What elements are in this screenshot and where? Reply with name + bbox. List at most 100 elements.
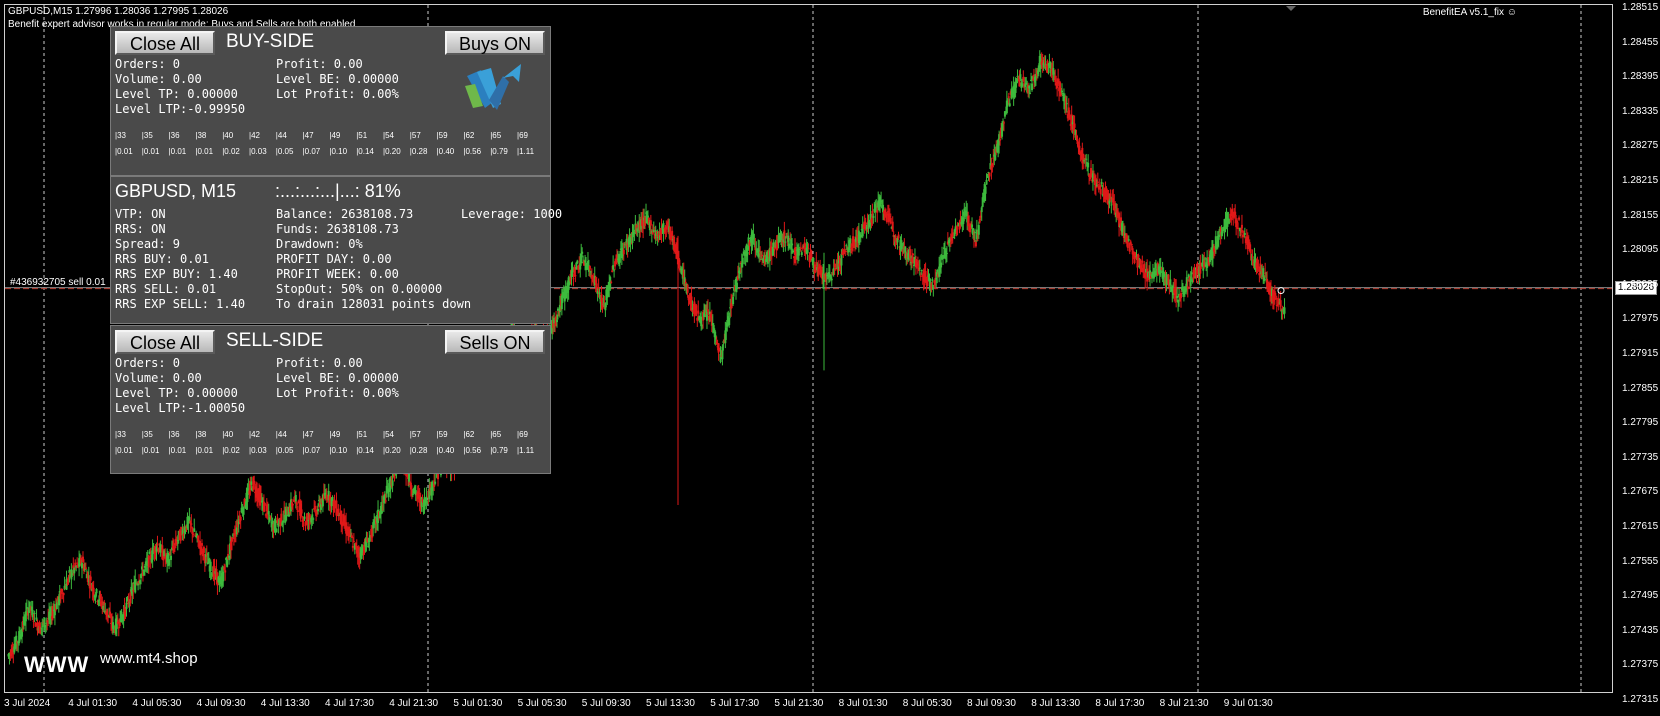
- candle-body: [556, 319, 559, 323]
- candle-body: [1180, 293, 1183, 299]
- candle-body: [300, 509, 303, 514]
- grid-level-lot: |0.14: [356, 446, 374, 455]
- grid-level-lot: |0.03: [249, 147, 267, 156]
- sell-level-tp: Level TP: 0.00000: [115, 386, 238, 400]
- drawdown-meter: :...:...:...|...: 81%: [275, 181, 401, 201]
- grid-level-step: |49: [329, 131, 341, 140]
- candle-body: [1251, 256, 1254, 258]
- grid-level-step: |40: [222, 131, 234, 140]
- grid-level-lot: |0.02: [222, 446, 240, 455]
- grid-level-step: |59: [436, 131, 448, 140]
- price-tick-label: 1.27795: [1622, 417, 1659, 429]
- candle-body: [1243, 233, 1246, 235]
- candle-body: [920, 269, 923, 271]
- candle-body: [791, 243, 794, 246]
- grid-level-step: |57: [409, 430, 421, 439]
- time-tick-label: 5 Jul 13:30: [646, 698, 695, 709]
- grid-level-step: |42: [249, 430, 260, 439]
- sell-side-title: SELL-SIDE: [226, 330, 324, 351]
- candle-body: [1002, 122, 1005, 124]
- buys-on-button[interactable]: Buys ON: [445, 31, 545, 55]
- leverage-value: Leverage: 1000: [461, 207, 563, 221]
- grid-level-step: |69: [517, 430, 528, 439]
- candle-body: [303, 516, 306, 519]
- candle-body: [971, 224, 974, 228]
- grid-level-lot: |0.28: [409, 147, 428, 156]
- candle-body: [1283, 307, 1286, 314]
- grid-level-lot: |0.07: [302, 446, 321, 455]
- price-tick-label: 1.28455: [1622, 36, 1659, 48]
- time-tick-label: 3 Jul 2024: [4, 698, 51, 709]
- grid-level-lot: |0.01: [168, 147, 187, 156]
- candle-body: [391, 480, 394, 486]
- buy-side-title: BUY-SIDE: [226, 31, 314, 52]
- spread-value: Spread: 9: [115, 237, 181, 251]
- time-tick-label: 5 Jul 21:30: [774, 698, 824, 709]
- candle-body: [140, 574, 143, 579]
- candle-body: [999, 139, 1002, 141]
- candle-body: [1007, 96, 1010, 98]
- candle-body: [1065, 103, 1068, 105]
- candle-body: [263, 502, 266, 506]
- time-tick-label: 4 Jul 01:30: [68, 698, 118, 709]
- grid-level-lot: |0.40: [436, 446, 455, 455]
- candle-body: [1240, 224, 1243, 229]
- grid-level-lot: |0.05: [275, 147, 294, 156]
- candle-body: [891, 221, 894, 232]
- grid-level-lot: |0.28: [409, 446, 428, 455]
- candle-body: [81, 563, 84, 569]
- candle-body: [799, 248, 802, 250]
- grid-level-lot: |0.01: [195, 147, 214, 156]
- candle-body: [76, 562, 79, 564]
- candle-body: [574, 275, 577, 277]
- candle-body: [912, 253, 915, 255]
- candle-body: [95, 588, 98, 594]
- grid-level-lot: |0.01: [115, 147, 133, 156]
- grid-level-step: |62: [463, 430, 475, 439]
- sells-on-button[interactable]: Sells ON: [445, 330, 545, 354]
- candle-body: [686, 284, 689, 293]
- candle-body: [876, 210, 879, 213]
- order-line-label: #436932705 sell 0.01: [10, 277, 106, 288]
- buy-close-all-button[interactable]: Close All: [115, 31, 215, 55]
- buy-volume: Volume: 0.00: [115, 72, 202, 86]
- candle-body: [1234, 211, 1237, 216]
- rrs-exp-buy: RRS EXP BUY: 1.40: [115, 267, 238, 281]
- candle-body: [179, 531, 182, 541]
- candle-body: [1029, 92, 1032, 94]
- brand-logo: [465, 64, 521, 110]
- drawdown-value: Drawdown: 0%: [276, 237, 363, 251]
- candle-body: [202, 547, 205, 553]
- watermark-www: WWW: [24, 652, 90, 677]
- candle-body: [1169, 279, 1172, 286]
- price-tick-label: 1.27615: [1622, 521, 1659, 532]
- time-tick-label: 8 Jul 05:30: [902, 698, 952, 709]
- grid-level-lot: |0.05: [275, 446, 294, 455]
- grid-level-step: |44: [275, 430, 287, 439]
- candle-body: [434, 481, 437, 484]
- candle-body: [34, 622, 37, 627]
- grid-level-lot: |0.10: [329, 147, 348, 156]
- candle-body: [411, 494, 414, 496]
- sell-level-be: Level BE: 0.00000: [276, 371, 399, 385]
- buy-orders: Orders: 0: [115, 57, 181, 71]
- candle-body: [190, 523, 193, 525]
- candle-body: [1130, 243, 1133, 246]
- sell-close-all-button[interactable]: Close All: [115, 330, 215, 354]
- candle-body: [296, 510, 299, 513]
- candle-body: [845, 245, 848, 247]
- candle-body: [209, 561, 212, 572]
- grid-level-step: |44: [275, 131, 287, 140]
- candle-body: [945, 252, 948, 254]
- candle-body: [840, 253, 843, 266]
- grid-level-step: |33: [115, 430, 126, 439]
- candle-body: [312, 518, 315, 520]
- candle-body: [1154, 263, 1157, 269]
- grid-level-step: |65: [490, 430, 502, 439]
- candle-body: [295, 502, 298, 506]
- grid-level-step: |57: [409, 131, 421, 140]
- grid-level-lot: |0.79: [490, 446, 508, 455]
- grid-level-step: |69: [517, 131, 528, 140]
- grid-level-step: |33: [115, 131, 126, 140]
- candle-body: [974, 241, 977, 247]
